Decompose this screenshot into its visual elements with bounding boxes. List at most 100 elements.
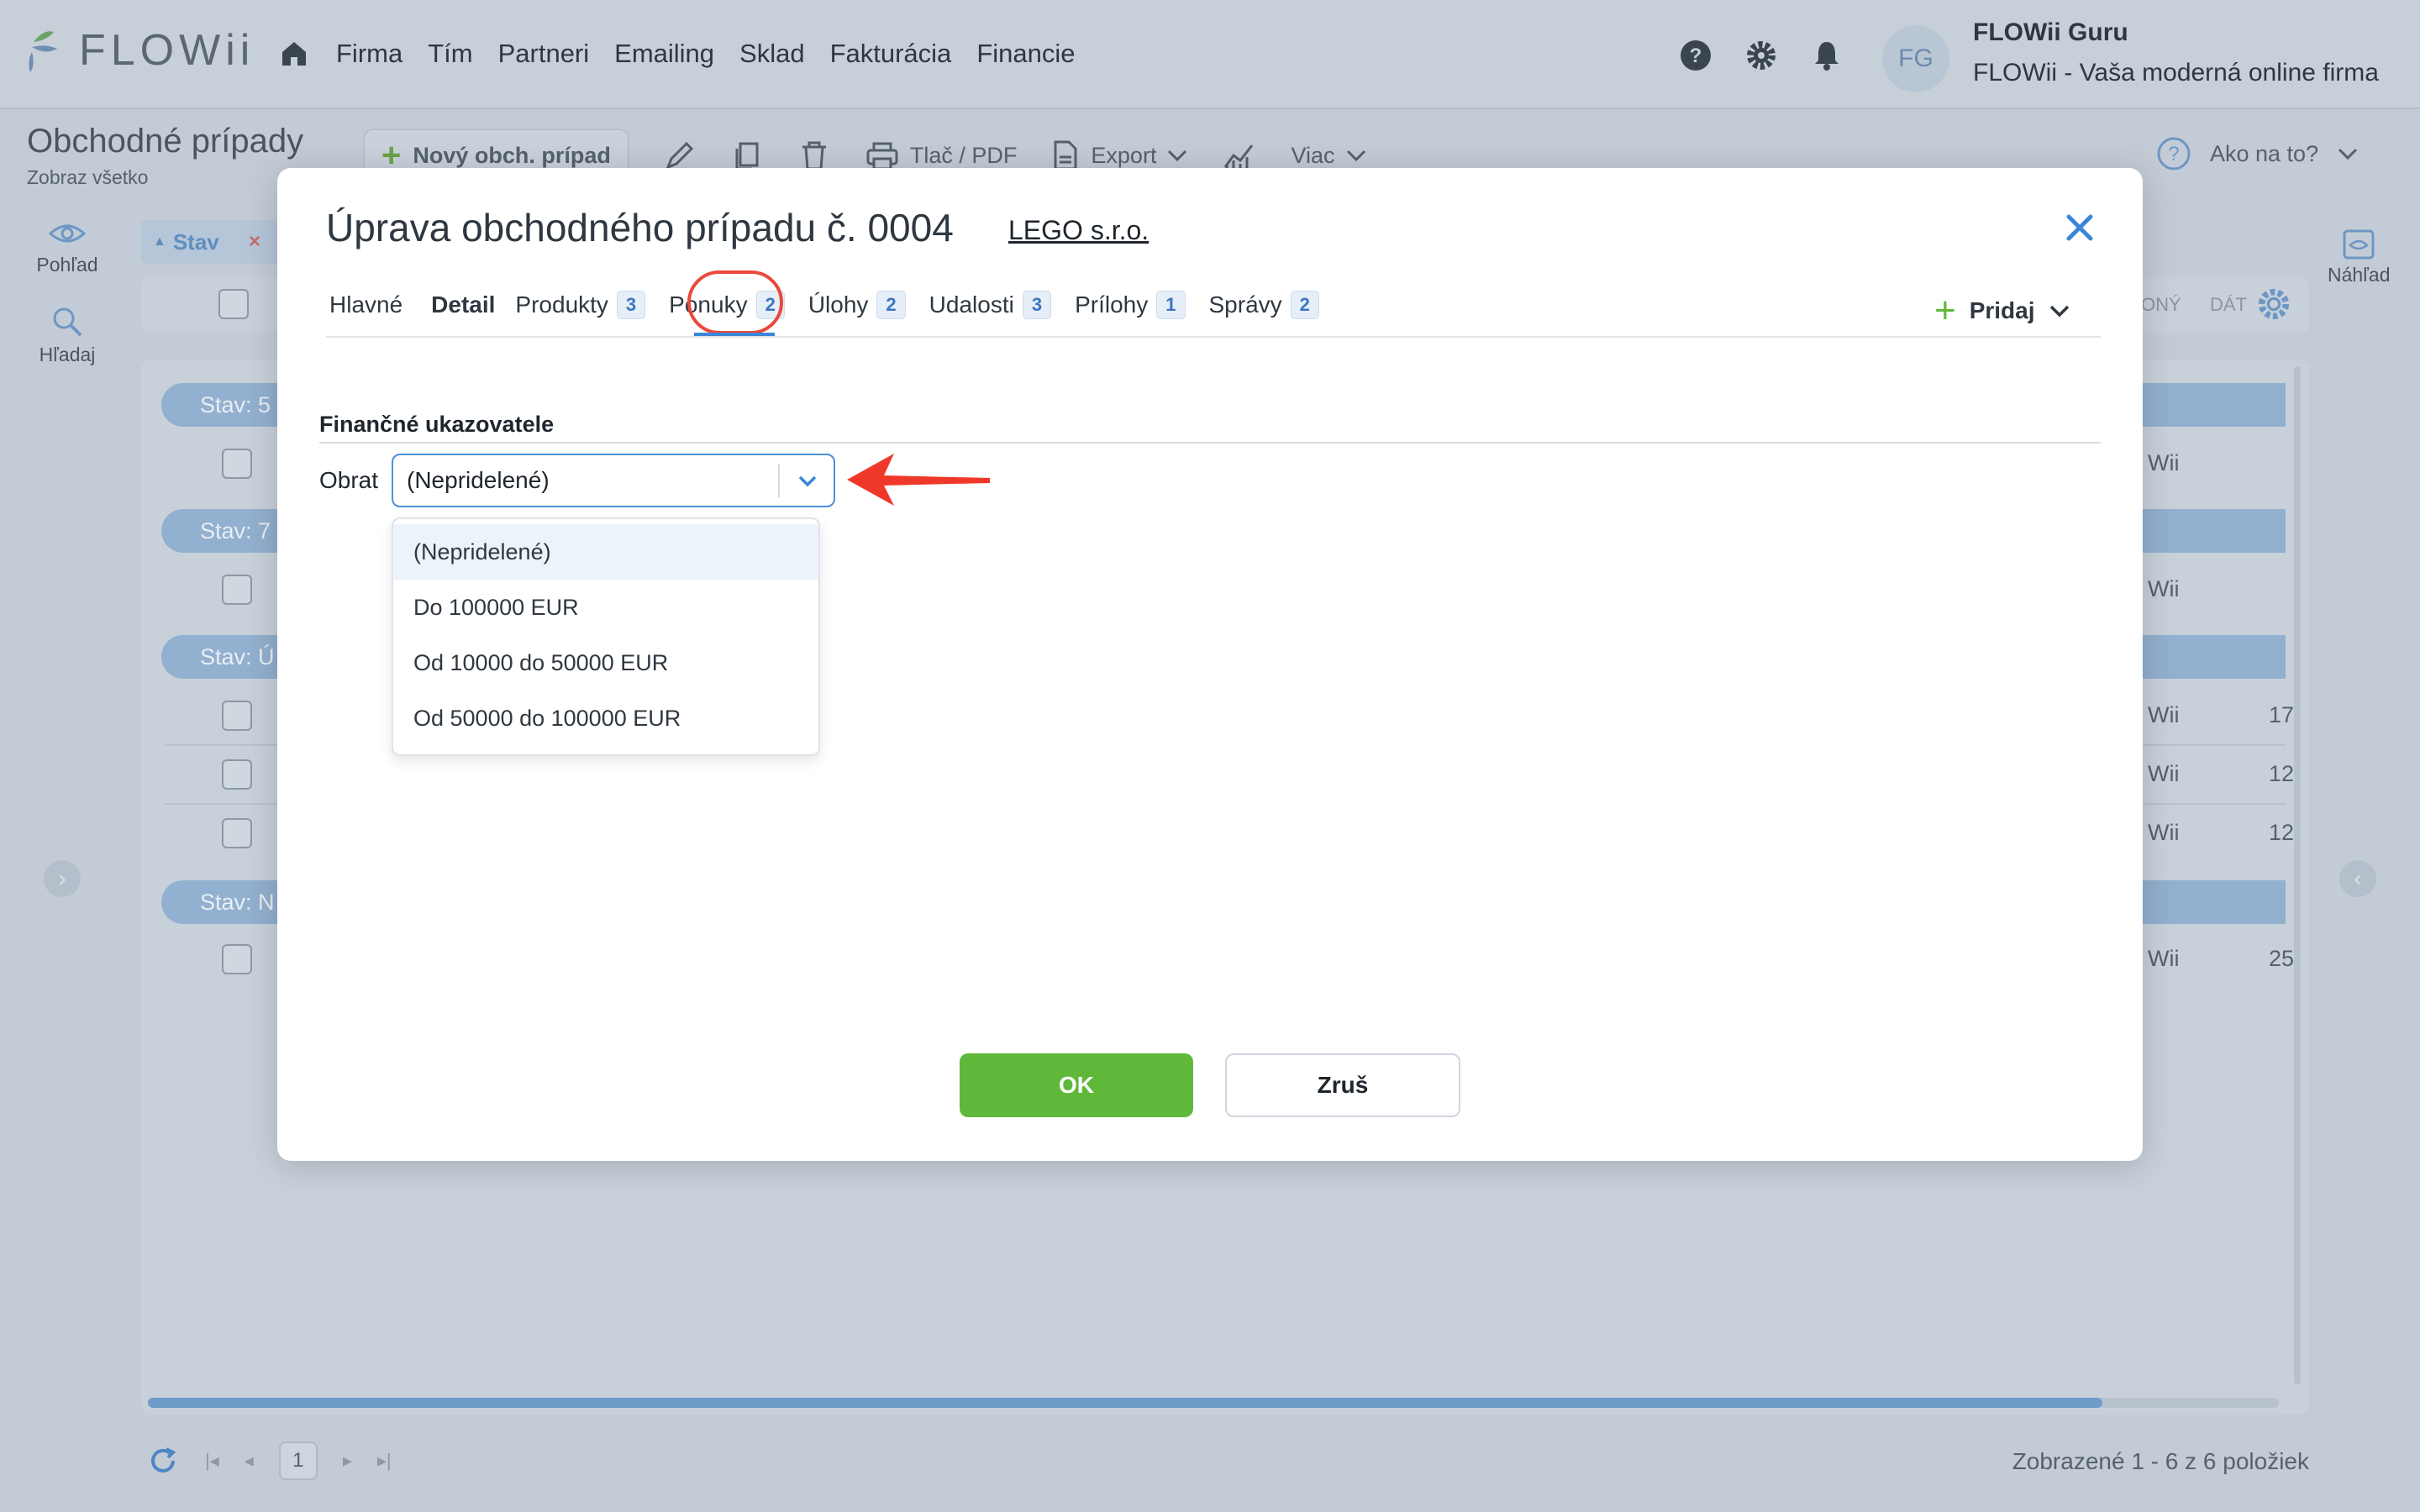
row-checkbox[interactable] xyxy=(222,944,252,974)
tab-label: Produkty xyxy=(515,291,608,318)
select-all-checkbox[interactable] xyxy=(218,289,249,319)
group-label: Stav: 7 xyxy=(200,517,271,543)
export-button[interactable]: Export xyxy=(1050,139,1188,172)
nav-item-fakturacia[interactable]: Fakturácia xyxy=(830,39,952,69)
row-checkbox[interactable] xyxy=(222,575,252,605)
row-owner: Wii xyxy=(2148,946,2180,971)
row-checkbox[interactable] xyxy=(222,759,252,790)
bell-icon[interactable] xyxy=(1810,39,1844,72)
nav-item-firma[interactable]: Firma xyxy=(336,39,402,69)
scrollbar-thumb[interactable] xyxy=(148,1398,2102,1408)
copy-icon[interactable] xyxy=(730,139,764,172)
add-button[interactable]: + Pridaj xyxy=(1934,292,2070,329)
refresh-icon[interactable] xyxy=(146,1444,180,1478)
chevron-down-icon xyxy=(1346,150,1365,162)
tab-hlavne[interactable]: Hlavné xyxy=(329,285,402,325)
preview-button[interactable]: Náhľad xyxy=(2328,228,2390,286)
select-value: (Nepridelené) xyxy=(407,467,550,493)
flowii-logo[interactable]: FLOWii xyxy=(25,25,255,76)
help-icon[interactable]: ? xyxy=(1679,39,1712,72)
avatar[interactable]: FG xyxy=(1882,25,1949,92)
next-page-icon[interactable]: ▸ xyxy=(343,1450,352,1472)
top-icons: ? xyxy=(1679,39,1844,72)
column-header[interactable]: ONÝ xyxy=(2141,294,2181,316)
tab-count-badge: 1 xyxy=(1156,291,1186,319)
chevron-down-icon xyxy=(1168,150,1187,162)
tab-produkty[interactable]: Produkty 3 xyxy=(515,284,646,326)
dropdown-option[interactable]: Od 10000 do 50000 EUR xyxy=(393,635,818,690)
view-button[interactable]: Pohľad xyxy=(0,218,134,276)
search-label: Hľadaj xyxy=(39,344,96,365)
tab-udalosti[interactable]: Udalosti 3 xyxy=(929,284,1052,326)
close-icon[interactable] xyxy=(2062,210,2097,245)
modal-title: Úprava obchodného prípadu č. 0004 xyxy=(326,206,954,249)
dropdown-option[interactable]: Do 100000 EUR xyxy=(393,580,818,635)
row-owner: Wii xyxy=(2148,820,2180,845)
print-button[interactable]: Tlač / PDF xyxy=(865,139,1017,172)
preview-label: Náhľad xyxy=(2328,264,2391,286)
main-nav: Firma Tím Partneri Emailing Sklad Faktur… xyxy=(277,37,1076,71)
nav-item-sklad[interactable]: Sklad xyxy=(739,39,805,69)
tab-detail[interactable]: Detail xyxy=(431,285,495,325)
tab-label: Hlavné xyxy=(329,291,403,318)
row-value: 17 xyxy=(2269,702,2295,727)
chevron-down-icon xyxy=(2049,305,2069,318)
row-value: 12 xyxy=(2269,761,2295,786)
gear-icon[interactable] xyxy=(1744,39,1778,72)
nav-item-partneri[interactable]: Partneri xyxy=(498,39,590,69)
dropdown-option[interactable]: Od 50000 do 100000 EUR xyxy=(393,690,818,746)
ok-button[interactable]: OK xyxy=(960,1053,1193,1117)
tab-spravy[interactable]: Správy 2 xyxy=(1209,284,1319,326)
page-title: Obchodné prípady xyxy=(27,123,304,160)
help-link[interactable]: ? Ako na to? xyxy=(2156,136,2359,171)
tab-ulohy[interactable]: Úlohy 2 xyxy=(808,284,906,326)
prev-page-icon[interactable]: ◂ xyxy=(245,1450,254,1472)
annotation-circle xyxy=(687,270,783,334)
current-page[interactable]: 1 xyxy=(278,1441,318,1480)
page-subtitle[interactable]: Zobraz všetko xyxy=(27,166,148,189)
nav-item-financie[interactable]: Financie xyxy=(976,39,1075,69)
group-label: Stav: 5 xyxy=(200,391,271,417)
nav-item-tim[interactable]: Tím xyxy=(428,39,472,69)
expand-left-arrow-icon[interactable]: › xyxy=(44,860,81,897)
pager-info: Zobrazené 1 - 6 z 6 položiek xyxy=(2012,1448,2309,1474)
view-label: Pohľad xyxy=(36,254,98,276)
dropdown-option[interactable]: (Nepridelené) xyxy=(393,524,818,580)
turnover-select[interactable]: (Nepridelené) xyxy=(392,454,835,507)
pencil-icon[interactable] xyxy=(663,139,697,172)
chart-icon[interactable] xyxy=(1222,139,1257,172)
modal-tabs: Hlavné Detail Produkty 3 Ponuky 2 Úlohy 2 U… xyxy=(329,284,1319,326)
chevron-down-icon xyxy=(2338,148,2358,160)
settings-icon[interactable] xyxy=(2255,286,2292,323)
trash-icon[interactable] xyxy=(797,139,831,172)
row-value: 25 xyxy=(2269,946,2295,971)
tab-count-badge: 2 xyxy=(876,291,906,319)
group-row-tail xyxy=(2141,635,2286,679)
tabs-divider xyxy=(326,336,2101,338)
vertical-scrollbar[interactable] xyxy=(2294,366,2301,1384)
nav-item-emailing[interactable]: Emailing xyxy=(614,39,714,69)
remove-filter-icon[interactable]: × xyxy=(249,230,260,254)
row-checkbox[interactable] xyxy=(222,818,252,848)
last-page-icon[interactable]: ▸| xyxy=(377,1450,392,1472)
first-page-icon[interactable]: |◂ xyxy=(205,1450,219,1472)
row-checkbox[interactable] xyxy=(222,701,252,731)
company-link[interactable]: LEGO s.r.o. xyxy=(1008,215,1149,246)
plus-icon: + xyxy=(1934,290,1956,331)
expand-right-arrow-icon[interactable]: ‹ xyxy=(2339,860,2376,897)
row-checkbox[interactable] xyxy=(222,449,252,479)
column-header[interactable]: DÁT xyxy=(2210,294,2247,316)
tab-label: Úlohy xyxy=(808,291,869,318)
group-row-tail xyxy=(2141,383,2286,427)
logo-text: FLOWii xyxy=(79,26,255,75)
search-icon xyxy=(53,307,82,337)
chevron-down-icon[interactable] xyxy=(793,467,822,496)
more-button[interactable]: Viac xyxy=(1291,143,1366,169)
group-label: Stav: Ú xyxy=(200,643,275,669)
home-icon[interactable] xyxy=(277,37,311,71)
horizontal-scrollbar[interactable] xyxy=(148,1398,2279,1408)
search-button[interactable]: Hľadaj xyxy=(0,305,134,366)
cancel-button[interactable]: Zruš xyxy=(1225,1053,1460,1117)
more-label: Viac xyxy=(1291,142,1335,168)
tab-prilohy[interactable]: Prílohy 1 xyxy=(1075,284,1186,326)
